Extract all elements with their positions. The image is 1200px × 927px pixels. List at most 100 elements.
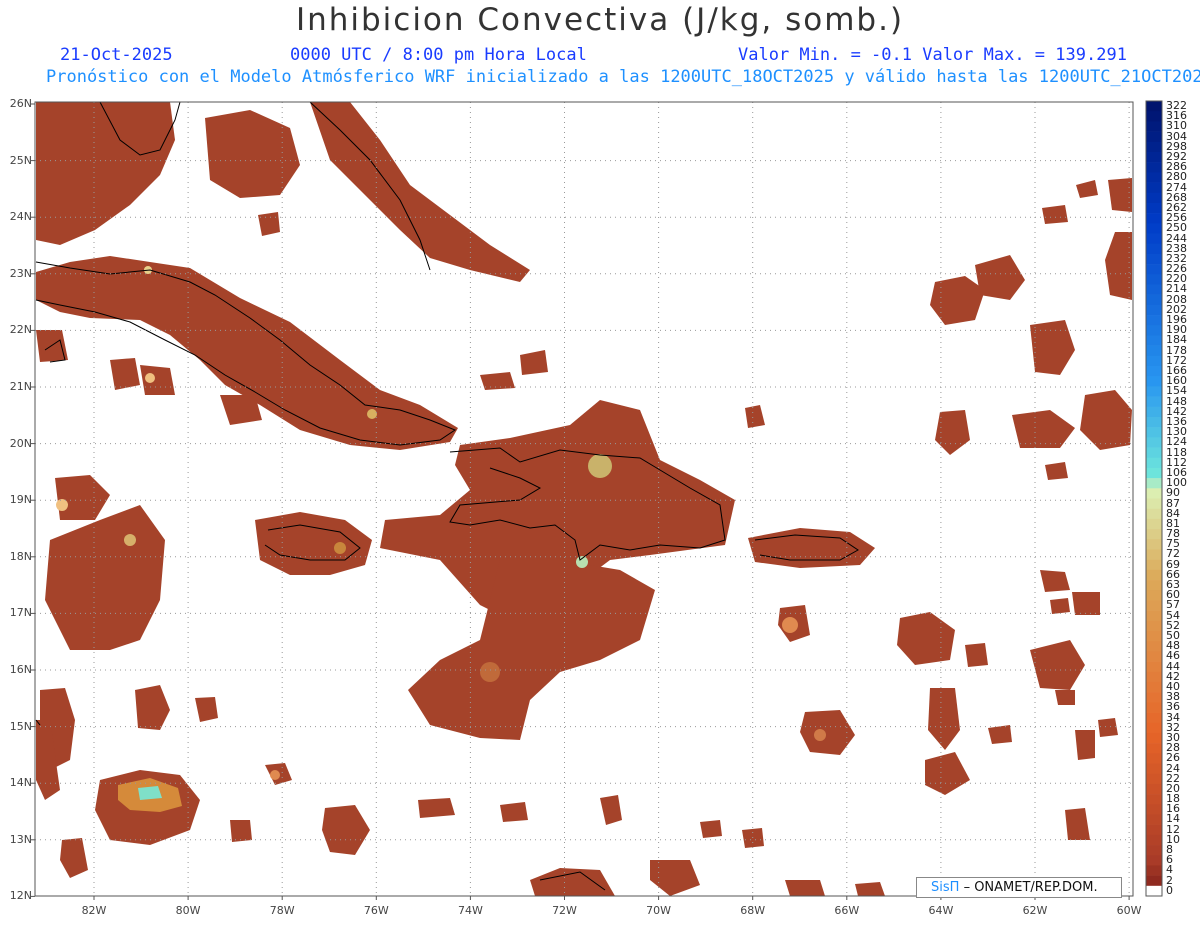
lat-label: 26N xyxy=(9,97,32,110)
colorbar-swatch xyxy=(1146,834,1162,846)
cin-area xyxy=(650,860,700,896)
colorbar-swatch xyxy=(1146,437,1162,448)
credit-text: – ONAMET/REP.DOM. xyxy=(963,880,1098,895)
cin-area xyxy=(745,405,765,428)
cin-area xyxy=(975,255,1025,300)
cin-area xyxy=(1030,640,1085,690)
cin-high-spot xyxy=(334,542,346,554)
colorbar-swatch xyxy=(1146,600,1162,611)
cin-area xyxy=(855,882,885,896)
lon-label: 66W xyxy=(834,904,860,917)
colorbar-swatch xyxy=(1146,264,1162,275)
colorbar-swatch xyxy=(1146,386,1162,397)
cin-area xyxy=(1076,180,1098,198)
colorbar-swatch xyxy=(1146,467,1162,479)
colorbar-swatch xyxy=(1146,366,1162,377)
colorbar-swatch xyxy=(1146,865,1162,876)
cin-area xyxy=(230,820,252,842)
cin-area xyxy=(748,528,875,568)
cin-area xyxy=(36,330,68,362)
lat-label: 17N xyxy=(9,606,32,620)
cin-high-spot xyxy=(814,729,826,741)
colorbar-swatch xyxy=(1146,355,1162,367)
colorbar-swatch xyxy=(1146,559,1162,571)
sispi-logo: SisΠ xyxy=(931,880,960,895)
colorbar-swatch xyxy=(1146,875,1162,887)
lat-label: 18N xyxy=(9,549,32,563)
cin-area xyxy=(1045,462,1068,480)
colorbar-swatch xyxy=(1146,610,1162,622)
colorbar xyxy=(1145,100,1163,897)
lon-label: 72W xyxy=(552,904,577,917)
colorbar-swatch xyxy=(1146,202,1162,214)
cin-area xyxy=(140,365,175,395)
lon-label: 68W xyxy=(740,904,766,917)
colorbar-swatch xyxy=(1146,529,1162,540)
cin-area xyxy=(500,802,528,822)
cin-area xyxy=(1012,410,1075,448)
colorbar-swatch xyxy=(1146,580,1162,591)
colorbar-swatch xyxy=(1146,213,1162,224)
colorbar-swatch xyxy=(1146,396,1162,408)
cin-area xyxy=(700,820,722,838)
colorbar-swatch xyxy=(1146,406,1162,418)
colorbar-swatch xyxy=(1146,518,1162,530)
cin-field-layer xyxy=(36,102,1132,896)
lon-label: 62W xyxy=(1022,904,1048,917)
colorbar-swatch xyxy=(1146,335,1162,346)
colorbar-swatch xyxy=(1146,498,1162,509)
colorbar-swatch xyxy=(1146,182,1162,194)
cin-high-spot xyxy=(367,409,377,419)
lon-label: 76W xyxy=(363,904,389,917)
lat-label: 24N xyxy=(9,210,32,224)
colorbar-swatch xyxy=(1146,855,1162,866)
cin-area xyxy=(418,798,455,818)
lat-label: 19N xyxy=(9,493,32,507)
lon-label: 74W xyxy=(457,904,483,917)
cin-area xyxy=(322,805,370,855)
cin-area xyxy=(925,752,970,795)
colorbar-swatch xyxy=(1146,223,1162,234)
colorbar-swatch xyxy=(1146,284,1162,295)
cin-area xyxy=(55,475,110,520)
cin-area xyxy=(1080,390,1132,450)
cin-area xyxy=(1065,808,1090,840)
lat-label: 21N xyxy=(9,380,32,393)
cin-area xyxy=(135,685,170,730)
colorbar-swatch xyxy=(1146,488,1162,499)
colorbar-swatch xyxy=(1146,243,1162,255)
cin-high-spot xyxy=(782,617,798,633)
lat-label: 23N xyxy=(9,266,32,280)
cin-area xyxy=(110,358,140,390)
cin-area xyxy=(988,725,1012,744)
colorbar-swatch xyxy=(1146,651,1162,662)
colorbar-swatch xyxy=(1146,447,1162,459)
colorbar-swatch xyxy=(1146,274,1162,285)
lat-label: 14N xyxy=(9,776,32,790)
cin-area xyxy=(195,697,218,722)
colorbar-swatch xyxy=(1146,294,1162,306)
cin-area xyxy=(205,110,300,198)
cin-map xyxy=(31,100,1163,900)
cin-area xyxy=(600,795,622,825)
colorbar-swatch xyxy=(1146,753,1162,764)
colorbar-swatch xyxy=(1146,172,1162,183)
cin-high-spot xyxy=(56,499,68,511)
cin-area xyxy=(965,643,988,667)
cin-high-spot xyxy=(270,770,280,780)
colorbar-swatch xyxy=(1146,814,1162,825)
cin-high-spot xyxy=(588,454,612,478)
lon-label: 60W xyxy=(1116,904,1142,917)
cin-area xyxy=(1042,205,1068,224)
cin-high-spot xyxy=(124,534,136,546)
colorbar-swatch xyxy=(1146,783,1162,795)
cin-high-spot xyxy=(145,373,155,383)
colorbar-swatch xyxy=(1146,325,1162,336)
colorbar-swatch xyxy=(1146,192,1162,204)
lon-label: 78W xyxy=(269,904,295,917)
cin-area xyxy=(930,276,985,325)
cin-area xyxy=(258,212,280,236)
credit-box: SisΠ – ONAMET/REP.DOM. xyxy=(916,877,1122,898)
cin-area xyxy=(785,880,825,896)
cin-area xyxy=(1098,718,1118,737)
